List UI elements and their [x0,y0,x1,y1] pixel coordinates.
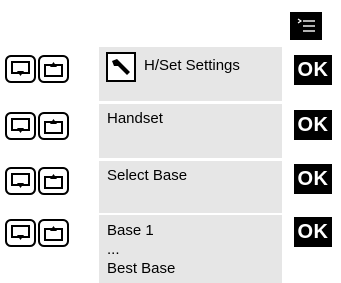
display-row-handset: Handset [99,104,282,158]
navigate-up-key[interactable] [38,55,69,83]
base-option: Base 1 [107,222,154,239]
menu-item-label: H/Set Settings [144,57,240,74]
navigate-up-icon [44,62,63,77]
navigate-down-icon [11,225,30,240]
menu-key[interactable] [290,12,322,40]
ok-key[interactable]: OK [294,55,332,85]
display-row-settings: H/Set Settings [99,47,282,101]
ok-key[interactable]: OK [294,110,332,140]
menu-item-label: Handset [107,110,163,127]
menu-list-icon [297,18,315,32]
display-row-base-list: Base 1 ... Best Base [99,215,282,283]
menu-item-label: Select Base [107,167,188,184]
base-options-list: Base 1 ... Best Base [107,221,175,278]
navigate-up-icon [44,174,63,189]
navigate-up-key[interactable] [38,167,69,195]
navigate-up-key[interactable] [38,112,69,140]
navigate-down-icon [11,118,30,133]
navigate-up-icon [44,226,63,241]
navigate-up-icon [44,119,63,134]
navigate-down-icon [11,61,30,76]
base-option-ellipsis: ... [107,241,120,258]
base-option: Best Base [107,260,176,277]
display-row-select-base: Select Base [99,161,282,213]
ok-key[interactable]: OK [294,164,332,194]
navigate-down-key[interactable] [5,219,36,247]
ok-key[interactable]: OK [294,217,332,247]
wrench-icon [112,59,130,75]
navigate-down-key[interactable] [5,112,36,140]
navigate-down-key[interactable] [5,167,36,195]
navigate-down-key[interactable] [5,55,36,83]
navigate-down-icon [11,173,30,188]
navigate-up-key[interactable] [38,219,69,247]
settings-icon-frame [106,52,136,82]
